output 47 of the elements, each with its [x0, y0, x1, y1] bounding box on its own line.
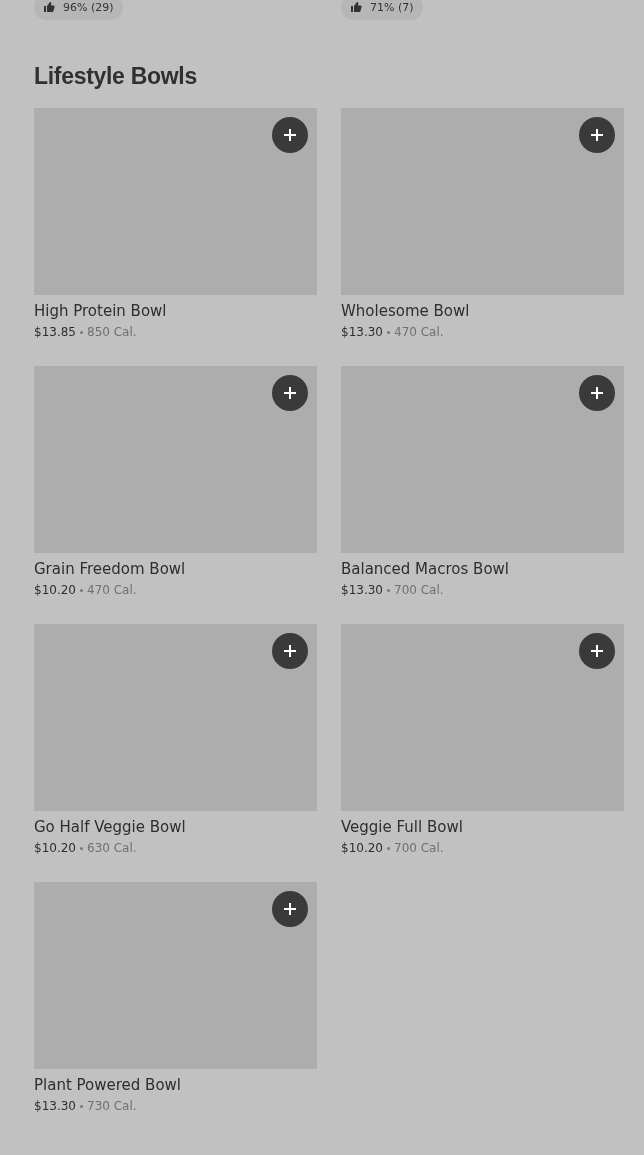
- plus-icon: [590, 386, 604, 400]
- separator-dot: [80, 330, 83, 334]
- plus-icon: [590, 128, 604, 142]
- plus-icon: [590, 644, 604, 658]
- thumbs-up-icon: [350, 1, 362, 13]
- separator-dot: [387, 330, 390, 334]
- item-name: Wholesome Bowl: [341, 301, 471, 321]
- item-calories: 700 Cal.: [394, 840, 444, 856]
- separator-dot: [80, 588, 83, 592]
- add-button[interactable]: [579, 633, 615, 669]
- item-name: Balanced Macros Bowl: [341, 559, 510, 579]
- item-price: $13.85: [34, 324, 76, 340]
- rating-text: 71% (7): [370, 0, 414, 14]
- item-name: Veggie Full Bowl: [341, 817, 464, 837]
- item-name: High Protein Bowl: [34, 301, 168, 321]
- item-name: Grain Freedom Bowl: [34, 559, 187, 579]
- plus-icon: [283, 386, 297, 400]
- item-price: $13.30: [34, 1098, 76, 1114]
- separator-dot: [387, 846, 390, 850]
- item-calories: 470 Cal.: [87, 582, 137, 598]
- separator-dot: [80, 1104, 83, 1108]
- plus-icon: [283, 128, 297, 142]
- item-price: $13.30: [341, 324, 383, 340]
- add-button[interactable]: [272, 891, 308, 927]
- item-calories: 850 Cal.: [87, 324, 137, 340]
- item-price: $13.30: [341, 582, 383, 598]
- item-calories: 730 Cal.: [87, 1098, 137, 1114]
- item-price: $10.20: [341, 840, 383, 856]
- thumbs-up-icon: [43, 1, 55, 13]
- item-calories: 630 Cal.: [87, 840, 137, 856]
- separator-dot: [80, 846, 83, 850]
- item-calories: 470 Cal.: [394, 324, 444, 340]
- add-button[interactable]: [272, 375, 308, 411]
- item-calories: 700 Cal.: [394, 582, 444, 598]
- add-button[interactable]: [272, 117, 308, 153]
- separator-dot: [387, 588, 390, 592]
- item-name: Plant Powered Bowl: [34, 1075, 182, 1095]
- add-button[interactable]: [579, 375, 615, 411]
- rating-text: 96% (29): [63, 0, 114, 14]
- section-heading: Lifestyle Bowls: [34, 62, 198, 90]
- plus-icon: [283, 644, 297, 658]
- add-button[interactable]: [272, 633, 308, 669]
- add-button[interactable]: [579, 117, 615, 153]
- plus-icon: [283, 902, 297, 916]
- item-name: Go Half Veggie Bowl: [34, 817, 187, 837]
- item-price: $10.20: [34, 582, 76, 598]
- item-price: $10.20: [34, 840, 76, 856]
